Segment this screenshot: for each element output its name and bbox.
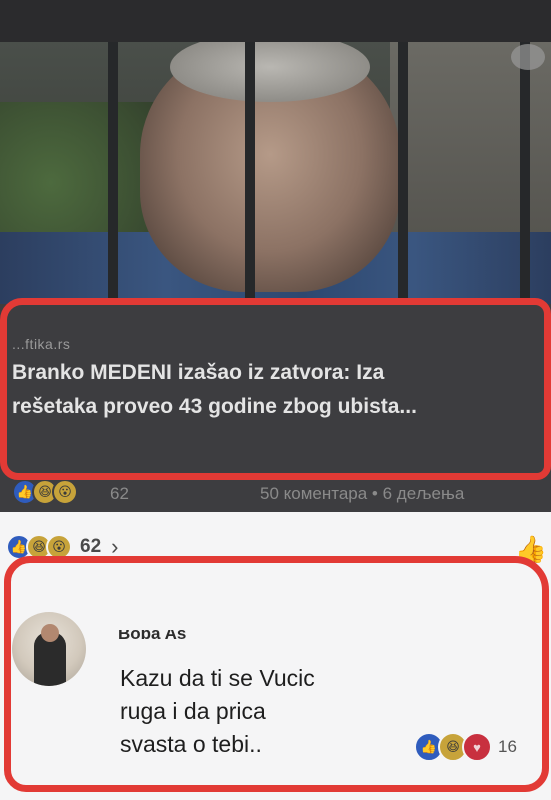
comment-line-3: svasta o tebi.. (120, 731, 262, 757)
comment-text: Kazu da ti se Vucic ruga i da prica svas… (120, 662, 400, 761)
reply-reactions-row[interactable]: 👍 😆 😮 62 › (6, 534, 118, 560)
comment-line-2: ruga i da prica (120, 698, 266, 724)
comments-shares-count[interactable]: 50 коментара • 6 дељења (260, 484, 464, 504)
fence-bar (398, 42, 408, 304)
comment-reactions[interactable]: 👍 😆 ♥ 16 (414, 732, 517, 762)
top-bar (0, 0, 551, 42)
reply-reaction-count: 62 (80, 536, 102, 557)
fence-bar (108, 42, 118, 304)
wow-icon: 😮 (52, 479, 78, 505)
avatar-face (41, 624, 59, 642)
comment-reaction-count: 16 (498, 737, 517, 756)
comment-line-1: Kazu da ti se Vucic (120, 665, 315, 691)
thumbs-up-icon[interactable]: 👍 (515, 534, 547, 565)
comment-author[interactable]: Boba As (118, 630, 186, 642)
link-source: ...ftika.rs (12, 336, 71, 352)
headline-line-1: Branko MEDENI izašao iz zatvora: Iza (12, 361, 385, 384)
more-options-icon[interactable] (511, 44, 545, 70)
reaction-count[interactable]: 62 (110, 484, 129, 504)
headline-line-2: rešetaka proveo 43 godine zbog ubista... (12, 395, 417, 418)
wow-icon: 😮 (46, 534, 72, 560)
post-stats-bar: 👍 😆 😮 62 50 коментара • 6 дељења (0, 474, 551, 512)
link-preview[interactable]: ...ftika.rs Branko MEDENI izašao iz zatv… (0, 304, 551, 474)
chevron-right-icon[interactable]: › (111, 534, 118, 560)
love-icon: ♥ (462, 732, 492, 762)
fence-bar (520, 42, 530, 304)
avatar[interactable] (12, 612, 86, 686)
fence-bar (245, 42, 255, 304)
link-headline[interactable]: Branko MEDENI izašao iz zatvora: Iza reš… (12, 356, 551, 424)
post-reactions[interactable]: 👍 😆 😮 (12, 479, 78, 505)
post-link-image[interactable] (0, 42, 551, 304)
